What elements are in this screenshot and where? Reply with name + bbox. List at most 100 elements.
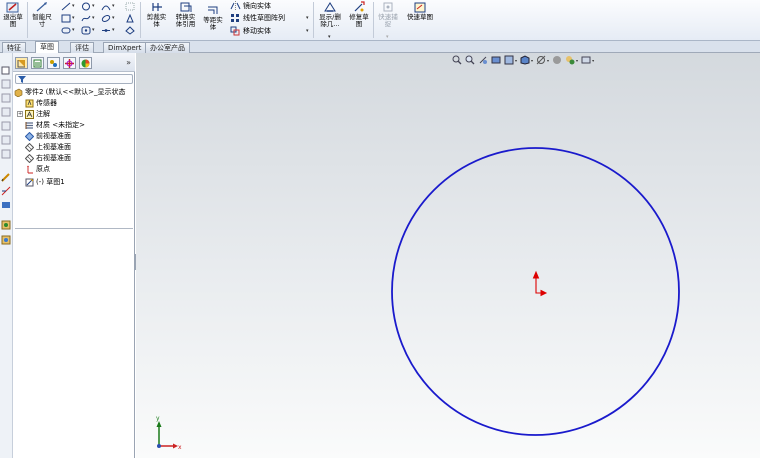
view-front-icon[interactable] (1, 79, 11, 89)
ellipse-tool-icon[interactable] (100, 13, 111, 23)
point-dropdown-icon[interactable]: ▾ (112, 27, 115, 33)
plane-icon (25, 153, 34, 163)
feature-tree-tab[interactable] (15, 57, 28, 69)
display-relations-dropdown-icon[interactable]: ▾ (328, 34, 331, 40)
dimxpert-manager-tab[interactable] (63, 57, 76, 69)
sketch-canvas[interactable]: x y (136, 53, 760, 458)
tree-root-label: 零件2 (默认<<默认>_显示状态 (25, 88, 126, 96)
circle-tool-icon[interactable] (80, 1, 91, 11)
arc-tool-icon[interactable] (100, 1, 111, 11)
trim-entities-icon (150, 1, 164, 13)
property-manager-icon (33, 59, 42, 67)
plane-icon (25, 131, 34, 141)
relations-strip-icon[interactable] (1, 200, 11, 210)
tree-item-sensors[interactable]: 传感器 (25, 98, 57, 108)
expand-plus-icon[interactable]: + (17, 111, 23, 117)
quick-snaps-button[interactable]: 快速捕捉 (375, 1, 401, 28)
linear-pattern-button[interactable]: 线性草图阵列 (229, 12, 285, 24)
tree-item-sketch1[interactable]: (-) 草图1 (25, 177, 65, 187)
point-tool-icon[interactable] (100, 25, 111, 35)
quick-snaps-label: 快速捕捉 (378, 13, 398, 28)
display-relations-button[interactable]: 显示/删除几... (315, 1, 345, 28)
tree-item-top-plane[interactable]: 上视基准面 (25, 142, 71, 152)
tree-item-label: 材质 <未指定> (36, 121, 85, 129)
polygon-tool-icon[interactable] (80, 25, 91, 35)
mirror-entities-icon (229, 1, 241, 12)
quick-snaps-dropdown-icon[interactable]: ▾ (386, 34, 389, 40)
tab-office-products[interactable]: 办公室产品 (145, 42, 190, 53)
triad-y-label: y (156, 415, 160, 422)
rectangle-tool-icon[interactable] (60, 13, 71, 23)
view-cube-icon[interactable] (1, 65, 11, 75)
circle-dropdown-icon[interactable]: ▾ (92, 3, 95, 9)
mirror-entities-button[interactable]: 镜向实体 (229, 0, 271, 12)
view-bottom-icon[interactable] (1, 149, 11, 159)
slot-dropdown-icon[interactable]: ▾ (72, 27, 75, 33)
exit-sketch-button[interactable]: 退出草图 (1, 1, 25, 28)
rapid-sketch-icon (413, 1, 427, 13)
smart-dimension-button[interactable]: 智能尺寸 (29, 1, 55, 28)
line-tool-icon[interactable] (60, 1, 71, 11)
convert-entities-icon (179, 1, 193, 13)
rollback-bar[interactable] (15, 228, 133, 229)
property-manager-tab[interactable] (31, 57, 44, 69)
tree-item-annotations[interactable]: + 注解 (17, 109, 50, 119)
tree-item-front-plane[interactable]: 前视基准面 (25, 131, 71, 141)
linear-pattern-label: 线性草图阵列 (243, 14, 285, 22)
ellipse-dropdown-icon[interactable]: ▾ (112, 15, 115, 21)
tab-sketch[interactable]: 草图 (35, 41, 59, 53)
line-dropdown-icon[interactable]: ▾ (72, 3, 75, 9)
repair-sketch-button[interactable]: 修复草图 (346, 1, 372, 28)
view-iso-icon[interactable] (1, 121, 11, 131)
filter-icon (18, 76, 26, 83)
tree-item-origin[interactable]: 原点 (25, 164, 50, 174)
tab-dimxpert[interactable]: DimXpert (103, 42, 147, 53)
smart-dimension-strip-icon[interactable] (1, 186, 11, 196)
text-tool-icon[interactable] (124, 13, 135, 23)
dashed-tool-icon[interactable] (124, 1, 135, 11)
smart-dimension-label: 智能尺寸 (32, 13, 52, 28)
material-icon (25, 121, 34, 130)
view-normal-icon[interactable] (1, 135, 11, 145)
move-entities-dropdown-icon[interactable]: ▾ (306, 28, 309, 34)
command-manager-ribbon: 退出草图 智能尺寸 ▾ ▾ ▾ ▾ ▾ ▾ ▾ ▾ ▾ 剪裁实体 转换实体引用 (0, 0, 760, 41)
appearance-strip-icon[interactable] (1, 235, 11, 245)
offset-entities-icon (206, 4, 220, 16)
dimxpert-manager-icon (65, 58, 74, 68)
slot-tool-icon[interactable] (60, 25, 71, 35)
rapid-sketch-button[interactable]: 快速草图 (403, 1, 437, 21)
tree-filter-input[interactable] (15, 74, 133, 84)
spline-dropdown-icon[interactable]: ▾ (92, 15, 95, 21)
tree-item-right-plane[interactable]: 右视基准面 (25, 153, 71, 163)
rectangle-dropdown-icon[interactable]: ▾ (72, 15, 75, 21)
tree-item-label: 注解 (36, 110, 50, 118)
exit-sketch-label: 退出草图 (3, 13, 23, 28)
move-entities-button[interactable]: 移动实体 (229, 25, 271, 37)
arc-dropdown-icon[interactable]: ▾ (112, 3, 115, 9)
spline-tool-icon[interactable] (80, 13, 91, 23)
triad-x-label: x (178, 444, 182, 451)
tree-item-label: 原点 (36, 165, 50, 173)
quick-snaps-icon (381, 1, 395, 13)
library-strip-icon[interactable] (1, 220, 11, 230)
view-right-icon[interactable] (1, 107, 11, 117)
panel-expand-icon[interactable]: » (126, 58, 131, 67)
view-top-icon[interactable] (1, 93, 11, 103)
graphics-area[interactable]: ▾ ▾ ▾ ▾ ▾ x y (136, 53, 760, 458)
plane-icon (25, 142, 34, 152)
tree-root-part[interactable]: 零件2 (默认<<默认>_显示状态 (14, 87, 126, 97)
linear-pattern-dropdown-icon[interactable]: ▾ (306, 15, 309, 21)
trim-entities-button[interactable]: 剪裁实体 (143, 1, 170, 28)
offset-entities-button[interactable]: 等距实体 (201, 4, 225, 31)
coordinate-triad-icon: x y (156, 415, 182, 451)
polygon-dropdown-icon[interactable]: ▾ (92, 27, 95, 33)
plane-tool-icon[interactable] (124, 25, 135, 35)
tab-evaluate[interactable]: 评估 (70, 42, 94, 53)
ribbon-separator (140, 2, 141, 38)
convert-entities-button[interactable]: 转换实体引用 (172, 1, 199, 28)
configuration-manager-tab[interactable] (47, 57, 60, 69)
display-manager-tab[interactable] (79, 57, 92, 69)
tree-item-material[interactable]: 材质 <未指定> (25, 120, 85, 130)
sketch-pencil-icon[interactable] (1, 172, 11, 182)
tab-features[interactable]: 特征 (2, 42, 26, 53)
